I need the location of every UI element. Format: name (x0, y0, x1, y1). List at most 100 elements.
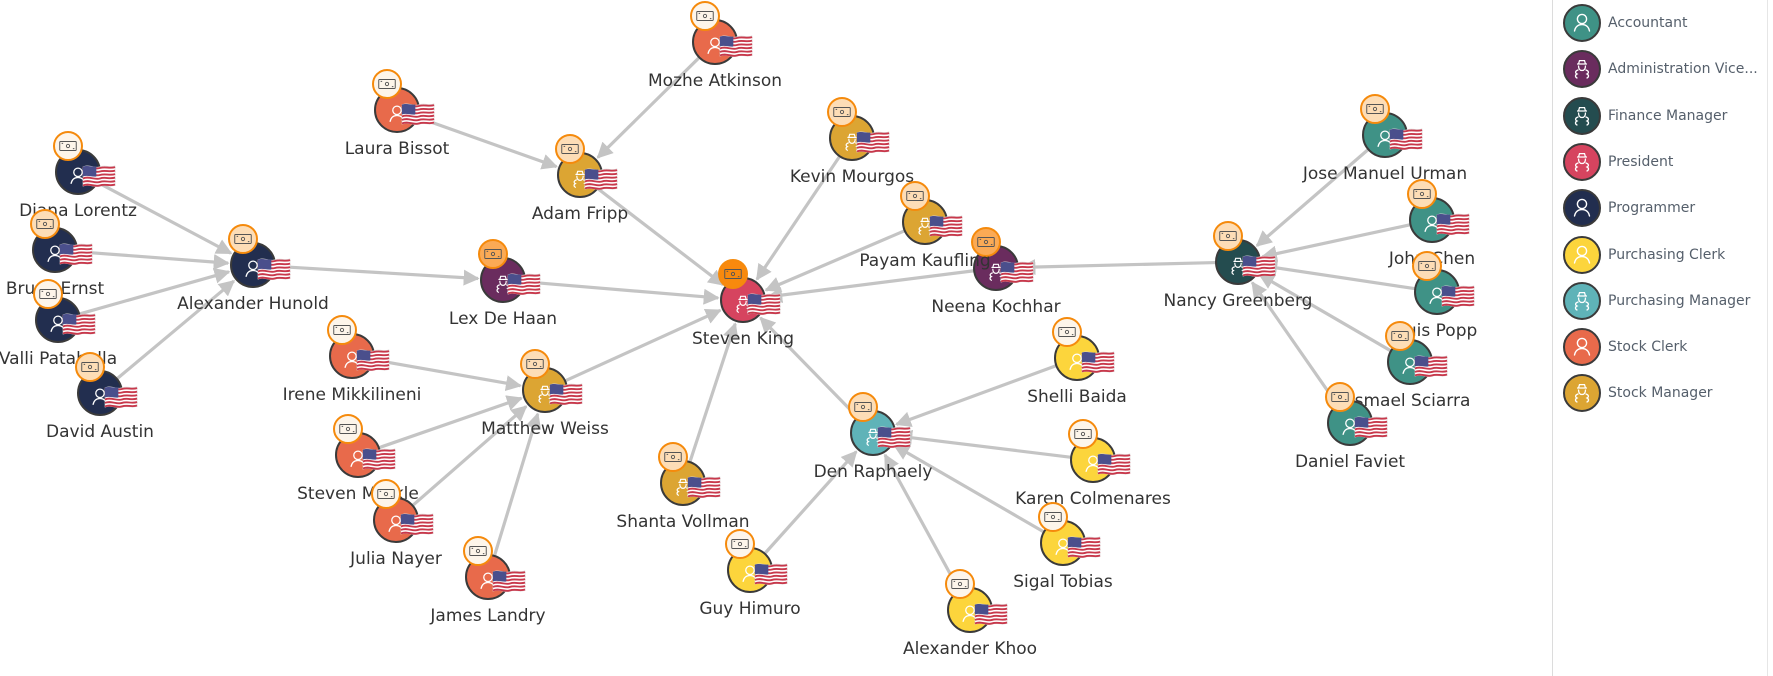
node-label: Lex De Haan (449, 309, 557, 329)
node-karen-colmenares[interactable]: Karen Colmenares (1015, 419, 1171, 509)
us-flag-icon (362, 447, 396, 471)
us-flag-icon (1242, 254, 1276, 278)
salary-badge (327, 315, 357, 345)
us-flag-icon (754, 562, 788, 586)
us-flag-icon (1354, 415, 1388, 439)
salary-badge (478, 239, 508, 269)
manager-icon (1563, 50, 1601, 89)
us-flag-icon (687, 475, 721, 499)
us-flag-icon (856, 130, 890, 154)
node-mozhe-atkinson[interactable]: Mozhe Atkinson (648, 1, 782, 91)
node-payam-kaufling[interactable]: Payam Kaufling (859, 181, 991, 271)
salary-badge (848, 392, 878, 422)
node-kevin-mourgos[interactable]: Kevin Mourgos (790, 97, 914, 187)
us-flag-icon (1414, 354, 1448, 378)
us-flag-icon (584, 167, 618, 191)
node-label: Steven King (692, 329, 794, 349)
node-label: Neena Kochhar (931, 297, 1060, 317)
edge-lex-de-haan-to-steven-king (524, 280, 720, 305)
node-diana-lorentz[interactable]: Diana Lorentz (19, 131, 137, 221)
node-label: Kevin Mourgos (790, 167, 914, 187)
node-label: Karen Colmenares (1015, 489, 1171, 509)
legend-item-programmer[interactable]: Programmer (1563, 187, 1695, 229)
legend-item-stock-manager[interactable]: Stock Manager (1563, 372, 1713, 414)
node-matthew-weiss[interactable]: Matthew Weiss (481, 349, 609, 439)
legend-item-president[interactable]: President (1563, 141, 1673, 183)
us-flag-icon (877, 425, 911, 449)
node-label: Shanta Vollman (616, 512, 749, 532)
legend-item-purchasing-manager[interactable]: Purchasing Manager (1563, 280, 1750, 322)
node-label: Mozhe Atkinson (648, 71, 782, 91)
legend-item-stock-clerk[interactable]: Stock Clerk (1563, 326, 1687, 368)
edge-karen-colmenares-to-den-raphaely (896, 429, 1072, 459)
node-label: Nancy Greenberg (1164, 291, 1313, 311)
node-label: Ismael Sciarra (1350, 391, 1471, 411)
us-flag-icon (1067, 535, 1101, 559)
node-irene-mikkilineni[interactable]: Irene Mikkilineni (283, 315, 422, 405)
node-label: Alexander Khoo (903, 639, 1037, 659)
person-icon (1563, 328, 1601, 367)
salary-badge (827, 97, 857, 127)
edge-ismael-sciarra-to-nancy-greenberg (1258, 273, 1392, 353)
node-shelli-baida[interactable]: Shelli Baida (1027, 317, 1127, 407)
node-james-landry[interactable]: James Landry (429, 536, 546, 626)
person-icon (1563, 235, 1601, 274)
node-shanta-vollman[interactable]: Shanta Vollman (616, 442, 750, 532)
legend-item-finance-manager[interactable]: Finance Manager (1563, 95, 1727, 137)
us-flag-icon (747, 292, 781, 316)
node-label: Alexander Hunold (177, 294, 329, 314)
edge-nancy-greenberg-to-neena-kochhar (1019, 259, 1217, 276)
legend-item-purchasing-clerk[interactable]: Purchasing Clerk (1563, 234, 1725, 276)
us-flag-icon (356, 348, 390, 372)
legend-label: Accountant (1608, 15, 1688, 31)
salary-badge (53, 131, 83, 161)
salary-badge (372, 69, 402, 99)
person-icon (1563, 189, 1601, 228)
us-flag-icon (1389, 127, 1423, 151)
node-label: Jose Manuel Urman (1302, 164, 1467, 184)
us-flag-icon (59, 242, 93, 266)
salary-badge (1213, 221, 1243, 251)
node-sigal-tobias[interactable]: Sigal Tobias (1013, 502, 1113, 592)
us-flag-icon (400, 512, 434, 536)
us-flag-icon (549, 382, 583, 406)
node-label: Irene Mikkilineni (283, 385, 422, 405)
node-label: Den Raphaely (814, 462, 933, 482)
org-chart-graph[interactable]: Steven King Neena Kochhar Lex De Haan Alexa… (0, 0, 1552, 665)
salary-badge (33, 279, 63, 309)
salary-badge (1385, 321, 1415, 351)
legend-item-accountant[interactable]: Accountant (1563, 2, 1687, 44)
node-nancy-greenberg[interactable]: Nancy Greenberg (1164, 221, 1313, 311)
salary-badge (520, 349, 550, 379)
salary-badge (1325, 382, 1355, 412)
node-laura-bissot[interactable]: Laura Bissot (345, 69, 450, 159)
manager-icon (1563, 142, 1601, 181)
node-jose-manuel-urman[interactable]: Jose Manuel Urman (1302, 94, 1467, 184)
node-label: Daniel Faviet (1295, 452, 1405, 472)
us-flag-icon (1441, 284, 1475, 308)
us-flag-icon (1097, 452, 1131, 476)
us-flag-icon (719, 34, 753, 58)
legend-label: Purchasing Manager (1608, 292, 1751, 309)
salary-badge (1412, 251, 1442, 281)
legend-item-administration-vice[interactable]: Administration Vice... (1563, 48, 1758, 90)
salary-badge (1052, 317, 1082, 347)
node-label: Laura Bissot (345, 139, 450, 159)
salary-badge (658, 442, 688, 472)
node-adam-fripp[interactable]: Adam Fripp (532, 134, 628, 224)
salary-badge (333, 414, 363, 444)
node-label: Adam Fripp (532, 204, 628, 224)
us-flag-icon (492, 569, 526, 593)
legend-panel: Accountant Administration Vice... Finance … (1552, 0, 1768, 676)
salary-badge (1360, 94, 1390, 124)
us-flag-icon (974, 602, 1008, 626)
us-flag-icon (1000, 260, 1034, 284)
node-label: Shelli Baida (1027, 387, 1127, 407)
nodes-layer: Steven King Neena Kochhar Lex De Haan Alexa… (0, 1, 1477, 659)
legend-label: Administration Vice... (1608, 61, 1758, 78)
node-label: Matthew Weiss (481, 419, 609, 439)
node-guy-himuro[interactable]: Guy Himuro (699, 529, 801, 619)
edge-irene-mikkilineni-to-matthew-weiss (373, 358, 522, 392)
salary-badge (945, 569, 975, 599)
manager-icon (1563, 96, 1601, 135)
